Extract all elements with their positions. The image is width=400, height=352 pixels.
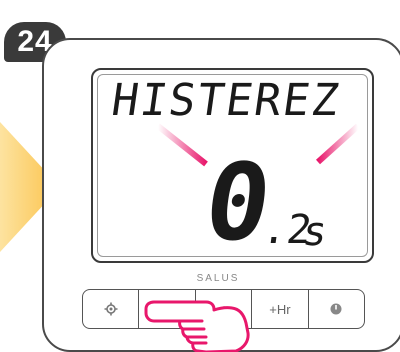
pointing-hand-icon (144, 300, 250, 352)
power-button[interactable] (309, 290, 364, 328)
gear-icon (104, 302, 118, 316)
plus-hour-button[interactable]: +Hr (252, 290, 309, 328)
settings-button[interactable] (83, 290, 140, 328)
brand-logo-text: SALUS (196, 273, 240, 284)
plus-hour-label: +Hr (269, 301, 291, 317)
lcd-menu-label: HISTEREZ (108, 75, 344, 126)
brand-logo: SALUS (188, 273, 248, 284)
power-icon (329, 302, 343, 316)
